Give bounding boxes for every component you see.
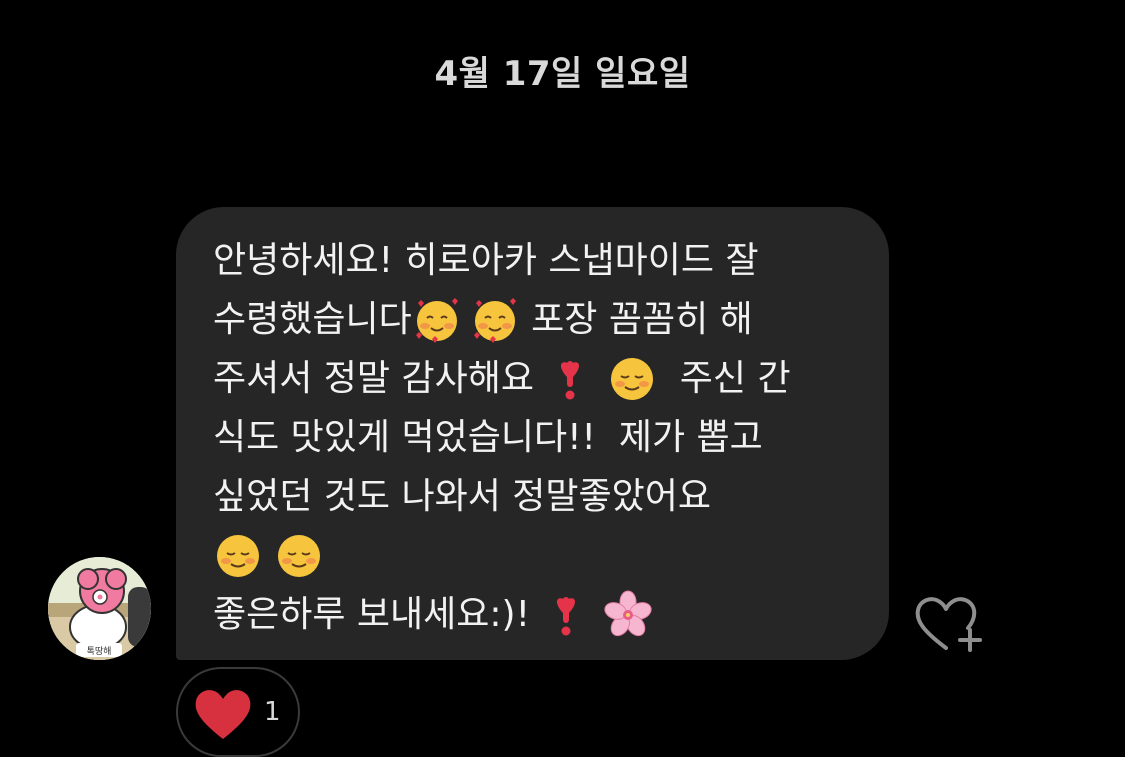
smiling-face-with-hearts-icon (470, 295, 520, 345)
sender-avatar[interactable]: 톡땅해 (48, 557, 151, 660)
message-text: 주셔서 정말 감사해요 (213, 358, 546, 399)
smiling-face-with-hearts-icon (412, 295, 462, 345)
message-line-3: 주셔서 정말 감사해요 주신 간 (213, 349, 859, 408)
message-text: 안녕하세요! 히로아카 스냅마이드 잘 (213, 240, 759, 281)
smiling-face-icon (274, 531, 324, 581)
message-text (263, 526, 274, 585)
smiling-face-icon (607, 354, 657, 404)
heart-plus-icon (915, 597, 982, 652)
reaction-pill[interactable]: 1 (176, 667, 300, 757)
cherry-blossom-icon (603, 590, 653, 640)
message-text: 주신 간 (656, 358, 791, 399)
message-line-6 (213, 526, 859, 585)
message-text: 식도 맛있게 먹었습니다!! 제가 뽑고 (213, 417, 763, 458)
avatar-caption: 톡땅해 (87, 646, 112, 657)
message-line-5: 싶었던 것도 나와서 정말좋았어요 (213, 467, 859, 526)
message-line-2: 수령했습니다 포장 꼼꼼히 해 (213, 290, 859, 349)
message-line-4: 식도 맛있게 먹었습니다!! 제가 뽑고 (213, 408, 859, 467)
smiling-face-icon (213, 531, 263, 581)
reaction-count: 1 (264, 697, 281, 727)
message-bubble[interactable]: 안녕하세요! 히로아카 스냅마이드 잘 수령했습니다 포장 꼼꼼히 해 주셔서 … (176, 207, 889, 660)
message-text: 수령했습니다 (213, 299, 412, 340)
message-line-7: 좋은하루 보내세요:)! (213, 585, 859, 644)
like-button[interactable] (912, 592, 986, 654)
message-text: 좋은하루 보내세요:)! (213, 594, 542, 635)
heart-exclamation-icon (541, 590, 591, 640)
message-text: 싶었던 것도 나와서 정말좋았어요 (213, 476, 712, 517)
date-header: 4월 17일 일요일 (434, 54, 691, 94)
message-text: 포장 꼼꼼히 해 (519, 299, 753, 340)
message-text (595, 349, 606, 408)
message-text (591, 585, 602, 644)
character-avatar-icon: 톡땅해 (48, 557, 151, 660)
heart-exclamation-icon (545, 354, 595, 404)
message-line-1: 안녕하세요! 히로아카 스냅마이드 잘 (213, 231, 859, 290)
